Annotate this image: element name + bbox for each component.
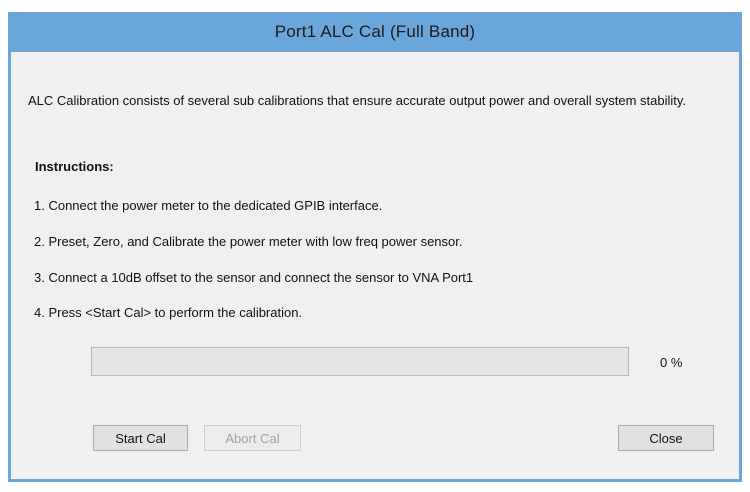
instruction-step-4: 4. Press <Start Cal> to perform the cali…	[34, 305, 303, 320]
dialog-client-area: ALC Calibration consists of several sub …	[11, 52, 739, 479]
instructions-heading: Instructions:	[35, 159, 114, 174]
close-button[interactable]: Close	[618, 425, 714, 451]
instruction-step-1: 1. Connect the power meter to the dedica…	[34, 198, 383, 213]
window-bottom-border	[8, 479, 742, 482]
progress-percent-label: 0 %	[660, 355, 683, 370]
instruction-step-3: 3. Connect a 10dB offset to the sensor a…	[34, 270, 474, 285]
instruction-step-2: 2. Preset, Zero, and Calibrate the power…	[34, 234, 463, 249]
description-text: ALC Calibration consists of several sub …	[28, 93, 687, 108]
window-title: Port1 ALC Cal (Full Band)	[274, 22, 476, 41]
calibration-progress-bar	[91, 347, 629, 376]
abort-cal-button[interactable]: Abort Cal	[204, 425, 301, 451]
start-cal-button[interactable]: Start Cal	[93, 425, 188, 451]
dialog-window: Port1 ALC Cal (Full Band) ALC Calibratio…	[8, 12, 742, 482]
